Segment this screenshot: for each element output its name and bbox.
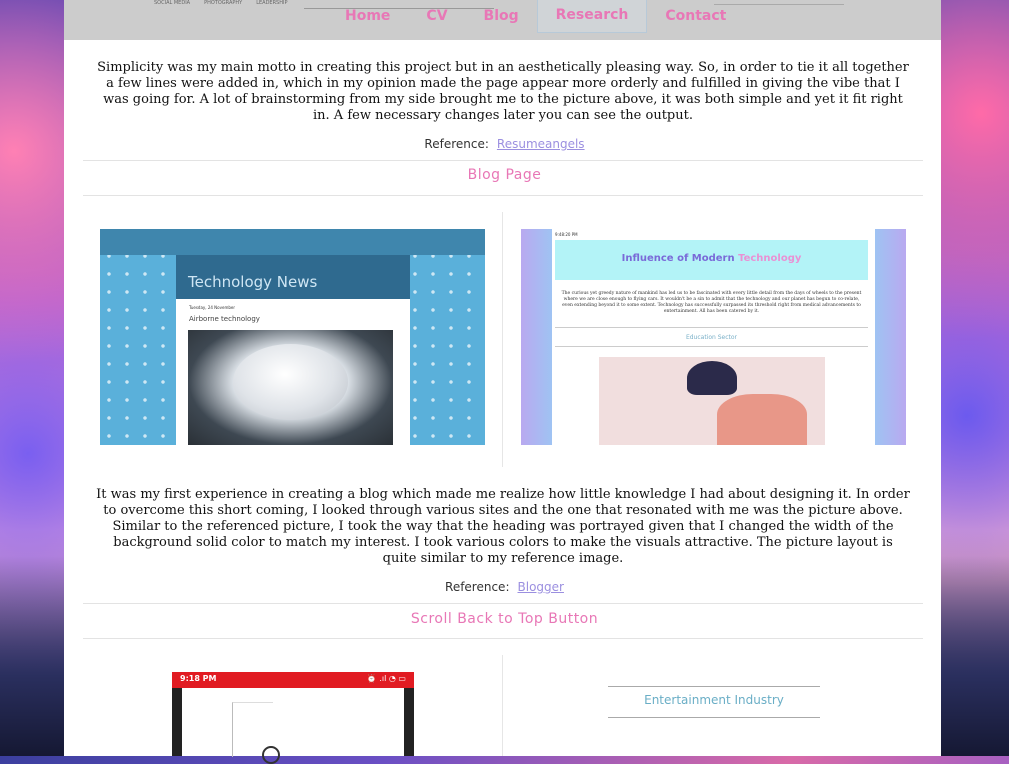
shot-body-text: The curious yet greedy nature of mankind…: [561, 291, 862, 314]
entertainment-title: Entertainment Industry: [644, 693, 784, 707]
nav-link-research[interactable]: Research: [536, 0, 648, 33]
shot-date: Tuesday, 24 November: [189, 305, 235, 310]
reference-label: Reference:: [424, 137, 489, 151]
blog-screenshot-modern-technology: 9:48:20 PM Influence of Modern Technolog…: [521, 229, 906, 445]
reference-link-resumeangels[interactable]: Resumeangels: [497, 137, 585, 151]
column-divider: [502, 655, 503, 756]
divider: [83, 195, 923, 196]
blog-paragraph: It was my first experience in creating a…: [96, 487, 910, 566]
nav-link-home[interactable]: Home: [327, 0, 408, 32]
phone-screenshot: 9:18 PM ⏰ .ıl ◔ ▭: [172, 672, 414, 764]
section-title-blog: Blog Page: [467, 167, 542, 183]
nav-link-cv[interactable]: CV: [408, 0, 465, 32]
balloon-image: [233, 344, 348, 420]
reference-link-blogger[interactable]: Blogger: [518, 580, 564, 594]
navbar: SOCIAL MEDIA PHOTOGRAPHY LEADERSHIP Home C…: [64, 0, 941, 40]
divider: [83, 638, 923, 639]
section-title-scroll: Scroll Back to Top Button: [410, 611, 599, 627]
column-divider: [502, 212, 503, 467]
shot-header-title: Technology News: [188, 273, 318, 291]
divider: [83, 603, 923, 604]
nav-links: Home CV Blog Research Contact: [327, 0, 744, 33]
reference-line: Reference: Resumeangels: [0, 137, 1009, 151]
nav-link-contact[interactable]: Contact: [647, 0, 744, 32]
divider: [83, 160, 923, 161]
scroll-top-button-icon: [262, 746, 280, 764]
blog-screenshot-technology-news: [100, 229, 485, 445]
shot-post-title: Airborne technology: [189, 315, 260, 323]
phone-status-icons: ⏰ .ıl ◔ ▭: [366, 674, 406, 683]
nav-link-blog[interactable]: Blog: [466, 0, 537, 32]
reference-label: Reference:: [445, 580, 510, 594]
shot-banner-title: Influence of Modern Technology: [621, 253, 802, 264]
reference-line: Reference: Blogger: [0, 580, 1009, 594]
phone-time: 9:18 PM: [180, 674, 217, 683]
section-paragraph: Simplicity was my main motto in creating…: [97, 60, 909, 123]
shot-sector-label: Education Sector: [685, 334, 738, 341]
shot-time: 9:48:20 PM: [555, 232, 578, 237]
